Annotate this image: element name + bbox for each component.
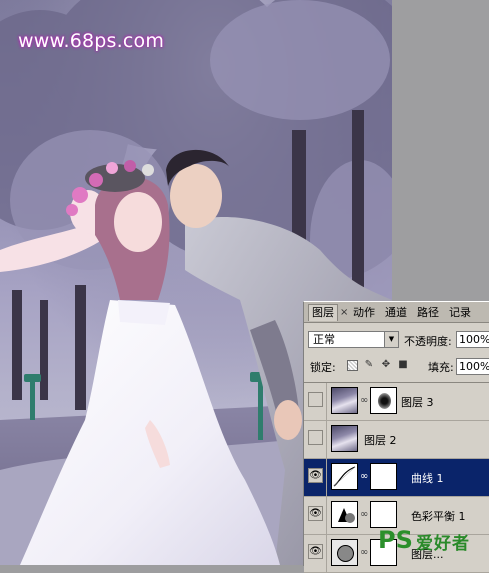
layer-row[interactable]: ∞ 图层 3 [304, 383, 489, 421]
eye-icon[interactable]: 👁 [308, 468, 323, 483]
chevron-down-icon[interactable]: ▼ [384, 332, 398, 347]
opacity-input[interactable]: 100% [456, 331, 489, 348]
tab-actions[interactable]: 动作 [350, 305, 378, 321]
lock-icon[interactable]: ■ [397, 359, 409, 371]
layer-row[interactable]: 图层 2 [304, 421, 489, 459]
chain-link-icon[interactable]: ∞ [360, 508, 368, 522]
layer-name: 曲线 1 [411, 472, 444, 485]
tab-channels[interactable]: 通道 [382, 305, 410, 321]
layer-thumbnail [331, 425, 358, 452]
visibility-toggle[interactable] [308, 392, 323, 407]
tab-paths[interactable]: 路径 [414, 305, 442, 321]
divider [326, 459, 327, 496]
site-logo: PS 爱好者 [376, 525, 489, 565]
chain-link-icon[interactable]: ∞ [360, 394, 368, 408]
layer-mask-thumbnail[interactable] [370, 387, 397, 414]
brush-icon[interactable]: ✎ [363, 359, 375, 371]
layer-name: 图层 3 [401, 396, 434, 409]
site-watermark: www.68ps.com [18, 30, 165, 52]
logo-text: 爱好者 [416, 534, 470, 554]
lock-label: 锁定: [310, 361, 336, 374]
logo-letters: PS [378, 526, 413, 554]
panel-tabs: 图层 × 动作 通道 路径 记录 [304, 302, 489, 323]
layer-name: 色彩平衡 1 [411, 510, 466, 523]
chain-link-icon[interactable]: ∞ [360, 546, 368, 560]
lock-transparency-icon[interactable] [347, 360, 358, 371]
close-icon[interactable]: × [340, 306, 348, 320]
divider [326, 535, 327, 572]
layer-mask-thumbnail[interactable] [370, 501, 397, 528]
divider [326, 497, 327, 534]
layer-mask-thumbnail[interactable] [370, 463, 397, 490]
layer-name: 图层 2 [364, 434, 397, 447]
divider [326, 383, 327, 420]
eye-icon[interactable]: 👁 [308, 506, 323, 521]
eye-icon[interactable]: 👁 [308, 544, 323, 559]
layer-thumbnail [331, 387, 358, 414]
move-icon[interactable]: ✥ [380, 359, 392, 371]
color-balance-adjustment-icon [331, 501, 358, 528]
curves-adjustment-icon [331, 463, 358, 490]
fill-input[interactable]: 100% [456, 358, 489, 375]
adjustment-layer-icon [331, 539, 358, 566]
fill-label: 填充: [428, 361, 454, 374]
layer-row-selected[interactable]: 👁 ∞ 曲线 1 [304, 459, 489, 497]
blend-mode-select[interactable]: 正常 ▼ [308, 331, 399, 348]
chain-link-icon[interactable]: ∞ [360, 470, 368, 484]
opacity-label: 不透明度: [404, 335, 452, 348]
tab-history[interactable]: 记录 [446, 305, 474, 321]
blend-mode-value: 正常 [313, 333, 335, 346]
visibility-toggle[interactable] [308, 430, 323, 445]
divider [326, 421, 327, 458]
tab-layers[interactable]: 图层 [308, 304, 338, 321]
